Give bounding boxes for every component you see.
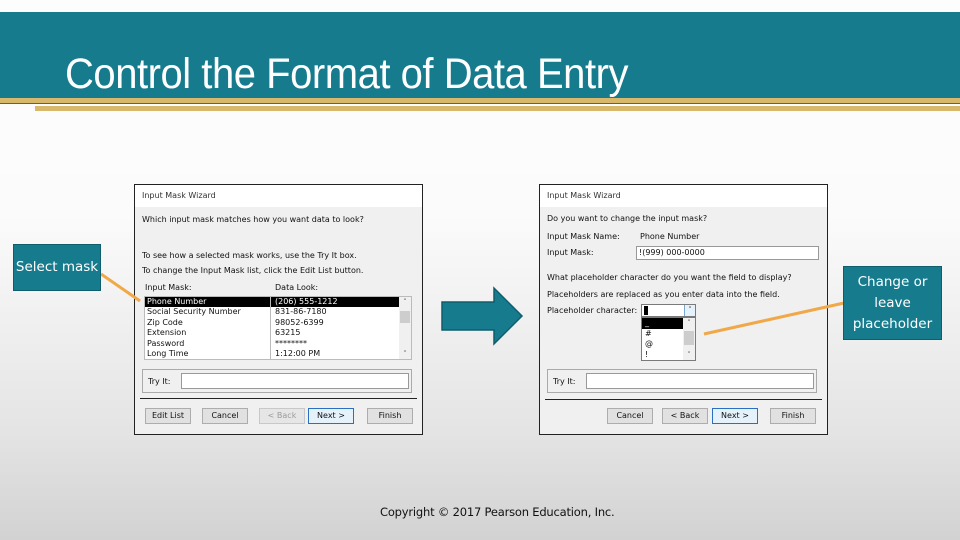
connector-line-left	[100, 272, 141, 303]
copyright-footer: Copyright © 2017 Pearson Education, Inc.	[380, 505, 615, 519]
right-arrow-icon	[441, 286, 524, 346]
callout-select-mask: Select mask	[13, 244, 101, 291]
callout-change-placeholder: Change or leave placeholder	[843, 266, 942, 340]
annotation-overlay	[100, 272, 845, 346]
connector-line-right	[703, 301, 845, 336]
